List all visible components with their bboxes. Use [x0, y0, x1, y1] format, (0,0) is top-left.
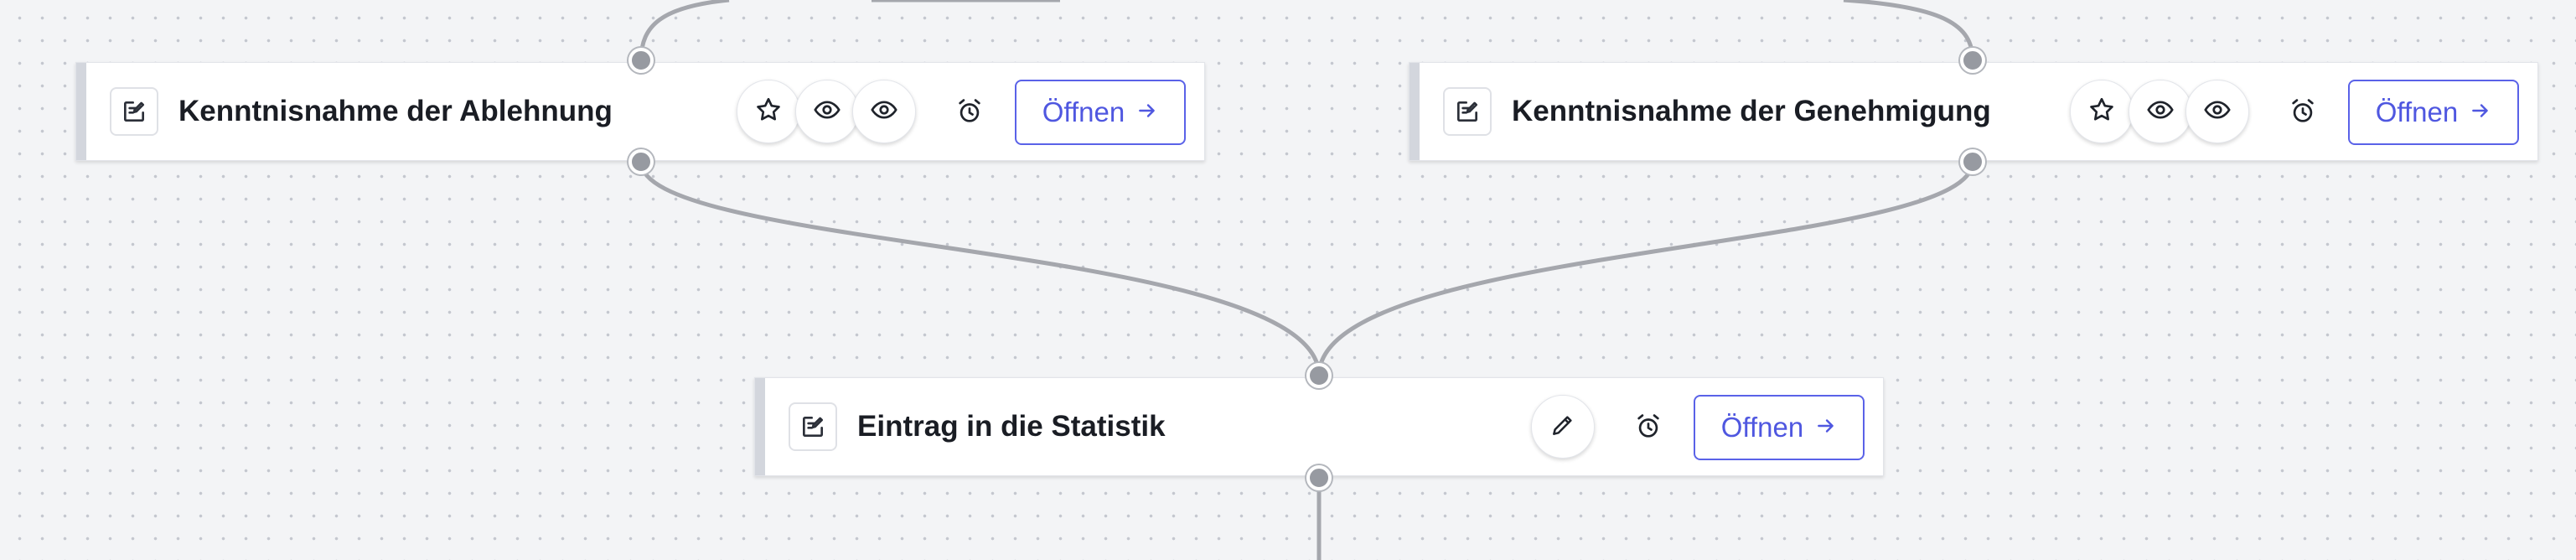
node-status-bar — [76, 63, 86, 160]
alarm-clock-icon[interactable] — [953, 95, 986, 128]
node-input-port[interactable] — [628, 48, 654, 73]
flow-node-eintrag-statistik[interactable]: Eintrag in die Statistik Öffnen — [754, 377, 1884, 476]
node-title: Kenntnisnahme der Genehmigung — [1512, 95, 1991, 127]
pencil-icon — [1549, 412, 1576, 443]
star-button[interactable] — [2070, 80, 2134, 143]
task-edit-icon — [789, 402, 837, 451]
edge-genehmigung-to-statistik — [1316, 161, 1975, 376]
node-title: Kenntnisnahme der Ablehnung — [178, 95, 613, 127]
node-status-bar — [1410, 63, 1420, 160]
node-output-port[interactable] — [1960, 149, 1985, 174]
edge-incoming-ablehnung — [639, 0, 730, 61]
eye-icon — [2146, 96, 2175, 128]
edit-button[interactable] — [1531, 395, 1595, 459]
arrow-right-icon — [2470, 96, 2491, 128]
view-button[interactable] — [2185, 80, 2249, 143]
alarm-clock-icon[interactable] — [1632, 410, 1665, 443]
task-edit-icon — [1443, 87, 1492, 136]
node-title: Eintrag in die Statistik — [857, 410, 1166, 443]
open-button[interactable]: Öffnen — [1015, 80, 1186, 145]
eye-icon — [870, 96, 898, 128]
edge-incoming-genehmigung — [1843, 0, 1975, 61]
arrow-right-icon — [1136, 96, 1158, 128]
node-input-port[interactable] — [1306, 363, 1332, 388]
open-button-label: Öffnen — [1720, 412, 1804, 443]
edge-ablehnung-to-statistik — [639, 161, 1322, 376]
star-icon — [754, 96, 783, 128]
star-icon — [2087, 96, 2116, 128]
open-button[interactable]: Öffnen — [1694, 395, 1865, 460]
alarm-clock-icon[interactable] — [2286, 95, 2320, 128]
node-status-bar — [755, 378, 765, 475]
task-edit-icon — [110, 87, 158, 136]
watch-button[interactable] — [795, 80, 859, 143]
view-button[interactable] — [852, 80, 916, 143]
node-output-port[interactable] — [1306, 465, 1332, 490]
watch-button[interactable] — [2129, 80, 2192, 143]
node-input-port[interactable] — [1960, 48, 1985, 73]
open-button-label: Öffnen — [2375, 96, 2459, 127]
star-button[interactable] — [737, 80, 800, 143]
eye-icon — [2203, 96, 2232, 128]
flow-node-kenntnisnahme-ablehnung[interactable]: Kenntnisnahme der Ablehnung Öffnen — [75, 62, 1205, 161]
arrow-right-icon — [1815, 412, 1837, 443]
open-button-label: Öffnen — [1042, 96, 1125, 127]
eye-icon — [813, 96, 841, 128]
flow-node-kenntnisnahme-genehmigung[interactable]: Kenntnisnahme der Genehmigung Öffnen — [1409, 62, 2538, 161]
open-button[interactable]: Öffnen — [2348, 80, 2519, 145]
node-output-port[interactable] — [628, 149, 654, 174]
